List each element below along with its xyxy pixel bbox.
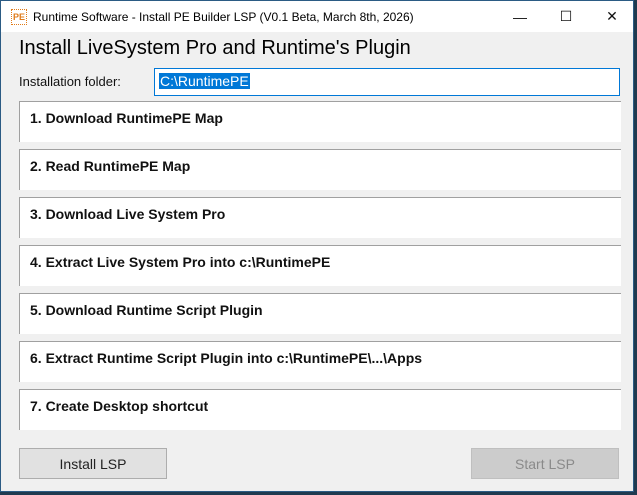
install-lsp-button[interactable]: Install LSP: [19, 448, 167, 479]
step-6: 6. Extract Runtime Script Plugin into c:…: [19, 341, 621, 382]
installation-folder-label: Installation folder:: [19, 74, 121, 89]
step-4: 4. Extract Live System Pro into c:\Runti…: [19, 245, 621, 286]
title-bar: PE Runtime Software - Install PE Builder…: [1, 1, 633, 32]
step-3: 3. Download Live System Pro: [19, 197, 621, 238]
page-title: Install LiveSystem Pro and Runtime's Plu…: [19, 37, 411, 59]
close-button[interactable]: ✕: [589, 1, 635, 32]
minimize-button[interactable]: —: [497, 1, 543, 32]
maximize-button[interactable]: ☐: [543, 1, 589, 32]
window-title: Runtime Software - Install PE Builder LS…: [33, 9, 414, 24]
app-icon: PE: [11, 8, 27, 25]
installation-folder-input[interactable]: C:\RuntimePE: [154, 68, 620, 96]
step-7: 7. Create Desktop shortcut: [19, 389, 621, 430]
start-lsp-button[interactable]: Start LSP: [471, 448, 619, 479]
step-2: 2. Read RuntimePE Map: [19, 149, 621, 190]
step-5: 5. Download Runtime Script Plugin: [19, 293, 621, 334]
folder-value: C:\RuntimePE: [159, 73, 250, 89]
installer-window: PE Runtime Software - Install PE Builder…: [0, 0, 634, 492]
step-1: 1. Download RuntimePE Map: [19, 101, 621, 142]
